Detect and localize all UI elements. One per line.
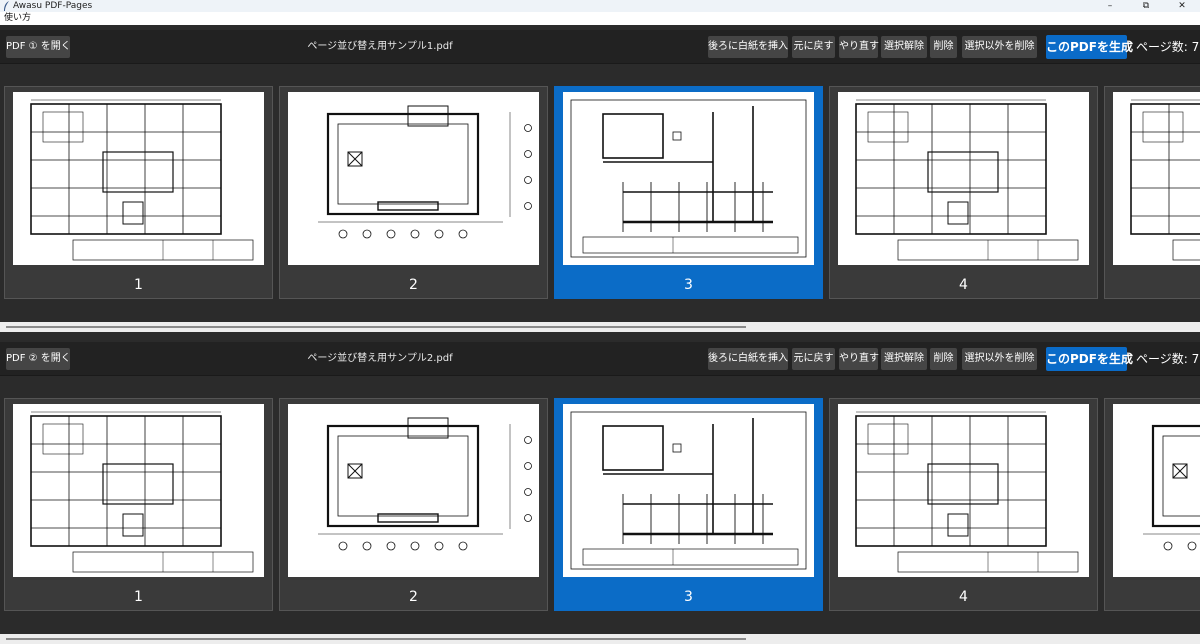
page-card[interactable]: 3 [554, 398, 823, 611]
insert-blank-button[interactable]: 後ろに白紙を挿入 [708, 36, 788, 58]
pdf-panel-2: PDF ② を開く ページ並び替え用サンプル2.pdf 後ろに白紙を挿入 元に戻… [0, 342, 1200, 644]
window-title: Awasu PDF-Pages [13, 1, 93, 11]
page-thumbnail-strip: 1 2 3 4 [0, 398, 1200, 614]
minimize-button[interactable]: – [1092, 0, 1128, 12]
open-pdf-button[interactable]: PDF ① を開く [6, 36, 71, 58]
page-card[interactable]: 1 [4, 398, 273, 611]
page-card[interactable]: 4 [829, 398, 1098, 611]
open-pdf-button[interactable]: PDF ② を開く [6, 348, 71, 370]
page-card[interactable]: 4 [829, 86, 1098, 299]
deselect-button[interactable]: 選択解除 [881, 36, 927, 58]
page-thumbnail [288, 404, 539, 577]
page-thumbnail [1113, 92, 1200, 265]
scrollbar-thumb[interactable] [6, 326, 746, 328]
page-thumbnail [288, 92, 539, 265]
page-number: 2 [409, 589, 418, 605]
scrollbar-thumb[interactable] [6, 638, 746, 640]
title-bar: Awasu PDF-Pages – ⧉ ✕ [0, 0, 1200, 12]
page-card[interactable] [1104, 86, 1200, 299]
panel-toolbar: PDF ① を開く ページ並び替え用サンプル1.pdf 後ろに白紙を挿入 元に戻… [0, 30, 1200, 64]
delete-button[interactable]: 削除 [930, 36, 957, 58]
undo-button[interactable]: 元に戻す [792, 36, 835, 58]
delete-others-button[interactable]: 選択以外を削除 [962, 348, 1037, 370]
page-thumbnail [838, 404, 1089, 577]
page-number: 3 [684, 589, 693, 605]
page-card[interactable]: 2 [279, 86, 548, 299]
maximize-button[interactable]: ⧉ [1128, 0, 1164, 12]
generate-pdf-button[interactable]: このPDFを生成 [1046, 35, 1133, 59]
page-number: 1 [134, 589, 143, 605]
pdf-panel-1: PDF ① を開く ページ並び替え用サンプル1.pdf 後ろに白紙を挿入 元に戻… [0, 30, 1200, 342]
deselect-button[interactable]: 選択解除 [881, 348, 927, 370]
page-card[interactable] [1104, 398, 1200, 611]
redo-button[interactable]: やり直す [839, 348, 879, 370]
menu-bar: 使い方 [0, 12, 1200, 25]
close-button[interactable]: ✕ [1164, 0, 1200, 12]
page-thumbnail-strip: 1 2 3 4 [0, 86, 1200, 302]
page-number: 3 [684, 277, 693, 293]
file-name: ページ並び替え用サンプル1.pdf [307, 41, 453, 52]
horizontal-scrollbar[interactable] [0, 322, 1200, 332]
page-count: ページ数: 7 [1136, 40, 1200, 54]
menu-item-help[interactable]: 使い方 [4, 13, 31, 23]
delete-button[interactable]: 削除 [930, 348, 957, 370]
delete-others-button[interactable]: 選択以外を削除 [962, 36, 1037, 58]
page-count: ページ数: 7 [1136, 352, 1200, 366]
page-thumbnail [1113, 404, 1200, 577]
page-thumbnail [563, 92, 814, 265]
page-number: 2 [409, 277, 418, 293]
panel-toolbar: PDF ② を開く ページ並び替え用サンプル2.pdf 後ろに白紙を挿入 元に戻… [0, 342, 1200, 376]
insert-blank-button[interactable]: 後ろに白紙を挿入 [708, 348, 788, 370]
undo-button[interactable]: 元に戻す [792, 348, 835, 370]
page-card[interactable]: 2 [279, 398, 548, 611]
page-number: 4 [959, 277, 968, 293]
page-thumbnail [13, 404, 264, 577]
page-thumbnail [563, 404, 814, 577]
page-thumbnail [838, 92, 1089, 265]
page-card[interactable]: 1 [4, 86, 273, 299]
page-number: 4 [959, 589, 968, 605]
file-name: ページ並び替え用サンプル2.pdf [307, 353, 453, 364]
page-card[interactable]: 3 [554, 86, 823, 299]
feather-icon [4, 1, 9, 11]
page-number: 1 [134, 277, 143, 293]
page-thumbnail [13, 92, 264, 265]
redo-button[interactable]: やり直す [839, 36, 879, 58]
horizontal-scrollbar[interactable] [0, 634, 1200, 644]
generate-pdf-button[interactable]: このPDFを生成 [1046, 347, 1133, 371]
